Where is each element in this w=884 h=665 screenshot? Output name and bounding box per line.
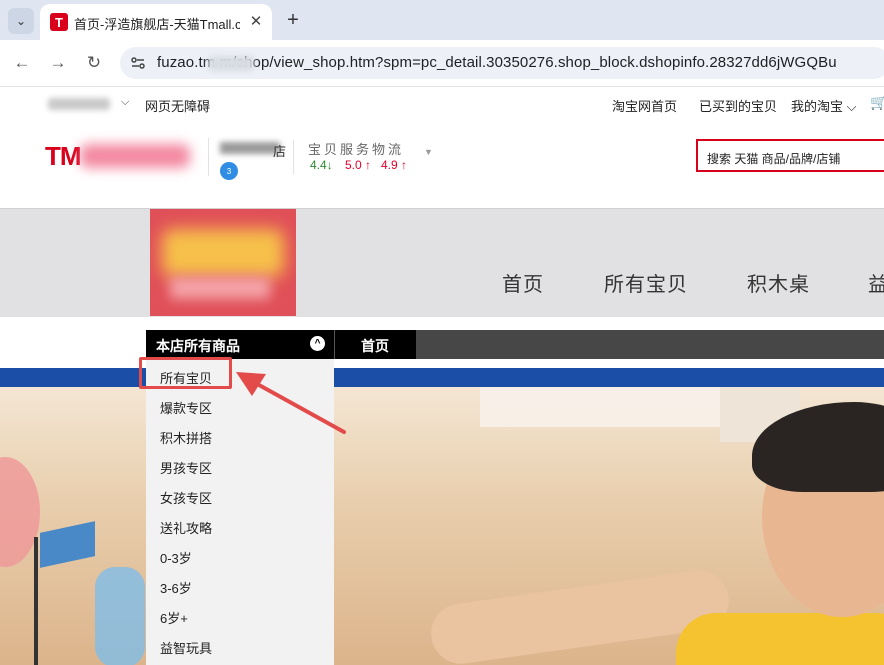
dropdown-item-age-0-3[interactable]: 0-3岁 — [160, 548, 192, 567]
back-button[interactable]: ← — [10, 51, 34, 75]
tmall-favicon-icon: T — [50, 13, 68, 31]
rating-down-arrow-icon: ↓ — [326, 158, 333, 172]
category-home-link[interactable]: 首页 — [334, 330, 416, 359]
dropdown-item-age-6-plus[interactable]: 6岁+ — [160, 608, 188, 627]
hero-toy — [95, 567, 145, 665]
banner-nav-all-items[interactable]: 所有宝贝 — [604, 268, 688, 297]
hero-photo — [0, 387, 884, 665]
hero-shelf — [480, 387, 740, 427]
username-redacted[interactable] — [48, 98, 110, 110]
dropdown-item-blocks[interactable]: 积木拼搭 — [160, 428, 212, 447]
new-tab-button[interactable]: + — [282, 9, 304, 31]
category-home-label: 首页 — [361, 338, 389, 354]
rating-item: 5.0 ↑ — [345, 158, 371, 172]
header-divider — [293, 140, 294, 174]
dropdown-item-girls[interactable]: 女孩专区 — [160, 488, 212, 507]
dropdown-item-educational[interactable]: 益智玩具 — [160, 638, 212, 657]
accessibility-link[interactable]: 网页无障碍 — [145, 96, 210, 115]
category-bar-filler — [416, 330, 884, 359]
browser-tab-active[interactable]: T 首页-浮造旗舰店-天猫Tmall.com ✕ — [40, 4, 272, 40]
search-input[interactable]: 搜索 天猫 商品/品牌/店铺 — [696, 139, 884, 172]
shop-name-redacted[interactable] — [220, 142, 280, 154]
tab-title: 首页-浮造旗舰店-天猫Tmall.com — [74, 17, 240, 32]
hero-flag — [40, 521, 95, 568]
forward-button[interactable]: → — [46, 51, 70, 75]
browser-toolbar: ← → ↻ fuzao.tm m/shop/view_shop.htm?spm=… — [0, 40, 884, 87]
rating-up-arrow-icon: ↑ — [365, 158, 372, 172]
dropdown-item-boys[interactable]: 男孩专区 — [160, 458, 212, 477]
banner-strip — [0, 368, 884, 387]
user-chevron-icon[interactable]: ⌵ — [121, 96, 129, 109]
bought-items-link[interactable]: 已买到的宝贝 — [699, 96, 777, 115]
header-divider — [208, 138, 209, 176]
tab-close-icon[interactable]: ✕ — [246, 11, 266, 31]
banner-nav-block-table[interactable]: 积木桌 — [747, 268, 810, 297]
shop-level-badge-icon: 3 — [220, 162, 238, 180]
hero-flag-pole — [34, 537, 38, 665]
rating-item: 4.9 ↑ — [381, 158, 407, 172]
banner-nav-educational[interactable]: 益 — [868, 268, 884, 297]
rating-value: 4.9 — [381, 158, 398, 172]
shop-logo-redaction — [162, 229, 284, 277]
annotation-highlight-box — [139, 357, 232, 389]
rating-labels: 宝贝服务物流 — [308, 142, 405, 157]
shop-name-suffix: 店 — [273, 144, 287, 159]
url-redaction — [208, 56, 254, 71]
dropdown-item-age-3-6[interactable]: 3-6岁 — [160, 578, 192, 597]
my-taobao-link[interactable]: 我的淘宝 ⌵ — [791, 96, 856, 115]
dropdown-item-gifts[interactable]: 送礼攻略 — [160, 518, 212, 537]
rating-chevron-icon[interactable]: ▼ — [424, 147, 433, 157]
banner-nav-home[interactable]: 首页 — [502, 268, 544, 297]
rating-value: 5.0 — [345, 158, 362, 172]
rating-up-arrow-icon: ↑ — [401, 158, 408, 172]
tmall-logo[interactable]: TM — [45, 141, 82, 172]
collapse-chevron-up-icon[interactable]: ^ — [310, 336, 325, 351]
shop-logo[interactable] — [150, 209, 296, 316]
taobao-home-link[interactable]: 淘宝网首页 — [612, 96, 677, 115]
hero-child-shirt — [676, 613, 884, 665]
reload-button[interactable]: ↻ — [82, 51, 106, 75]
site-info-icon[interactable] — [128, 53, 148, 73]
dropdown-item-hot[interactable]: 爆款专区 — [160, 398, 212, 417]
tab-search-chevron-icon[interactable]: ⌄ — [8, 8, 34, 34]
cart-icon[interactable]: 🛒 — [870, 94, 884, 111]
shop-logo-redaction — [170, 277, 270, 299]
all-products-label: 本店所有商品 — [156, 338, 240, 354]
rating-item: 4.4↓ — [310, 158, 333, 172]
rating-value: 4.4 — [310, 158, 327, 172]
address-bar[interactable]: fuzao.tm m/shop/view_shop.htm?spm=pc_det… — [120, 47, 884, 79]
annotation-arrow-icon — [236, 372, 346, 434]
search-placeholder: 搜索 天猫 商品/品牌/店铺 — [707, 152, 841, 166]
logo-redaction — [80, 144, 190, 168]
shop-banner — [0, 208, 884, 317]
url-text: fuzao.tm m/shop/view_shop.htm?spm=pc_det… — [157, 54, 837, 71]
browser-tab-bar: ⌄ T 首页-浮造旗舰店-天猫Tmall.com ✕ + — [0, 0, 884, 40]
all-products-menu-button[interactable]: 本店所有商品 ^ — [146, 330, 334, 359]
